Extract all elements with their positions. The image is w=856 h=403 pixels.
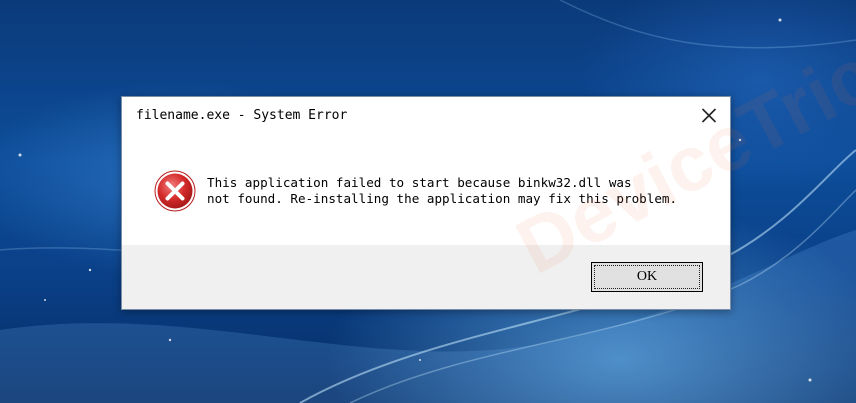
ok-button-label: OK	[594, 265, 700, 289]
dialog-content: This application failed to start because…	[122, 135, 730, 245]
system-error-dialog: filename.exe - System Error This applica…	[121, 0, 856, 310]
dialog-titlebar[interactable]: filename.exe - System Error	[122, 97, 730, 135]
error-message-line-1: This application failed to start because…	[207, 175, 632, 190]
dialog-button-bar: OK	[122, 245, 730, 309]
ok-button[interactable]: OK	[591, 262, 703, 292]
dialog-title: filename.exe - System Error	[136, 108, 348, 123]
error-icon	[154, 170, 196, 212]
close-button[interactable]	[694, 103, 724, 129]
close-icon	[701, 108, 717, 123]
error-message-line-2: not found. Re-installing the application…	[207, 191, 678, 206]
error-message: This application failed to start because…	[207, 175, 677, 207]
